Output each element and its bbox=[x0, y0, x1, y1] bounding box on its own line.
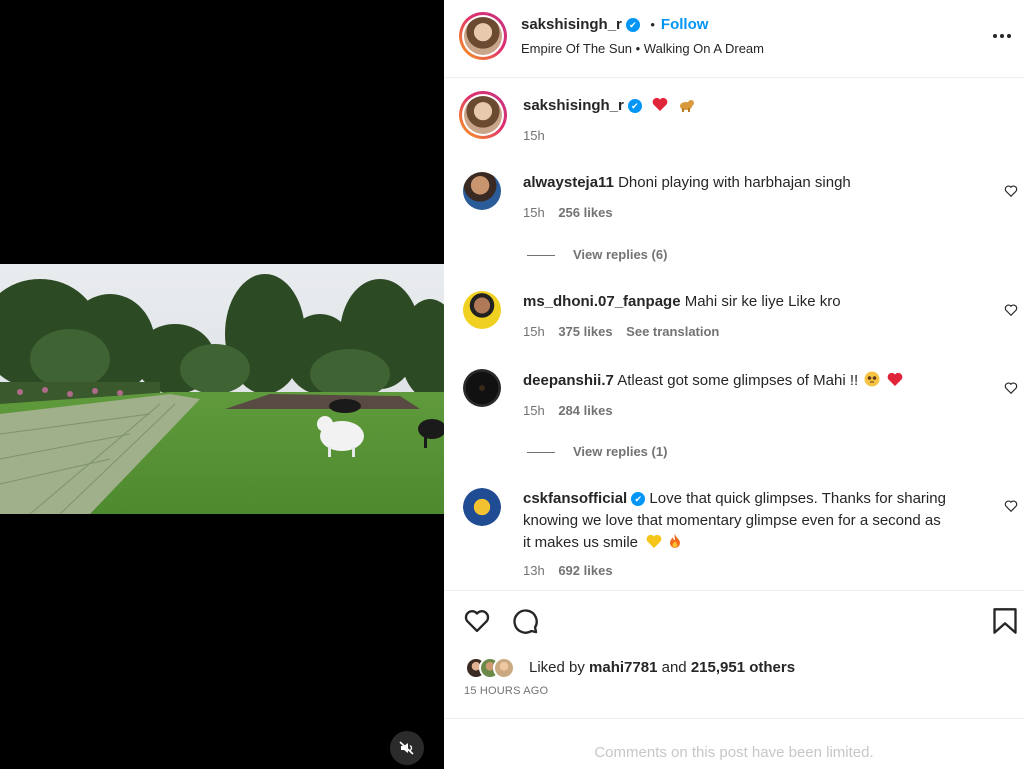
post-timestamp[interactable]: 15 HOURS AGO bbox=[464, 685, 548, 697]
liker-avatar bbox=[493, 657, 515, 679]
post-header: sakshisingh_r ✔ • Follow Empire Of The Sun… bbox=[444, 0, 1024, 78]
yellow-heart-icon bbox=[646, 534, 662, 556]
view-replies-label: View replies (1) bbox=[573, 444, 668, 459]
like-comment-heart-icon[interactable] bbox=[1004, 184, 1018, 198]
red-heart-icon bbox=[652, 97, 668, 117]
pleading-face-emoji-icon bbox=[864, 371, 880, 394]
comment-text: Mahi sir ke liye Like kro bbox=[684, 293, 841, 310]
comment-time: 15h bbox=[523, 403, 545, 418]
caption-avatar[interactable] bbox=[459, 91, 507, 139]
comments-limited-text: Comments on this post have been limited. bbox=[594, 744, 874, 761]
like-heart-icon[interactable] bbox=[463, 607, 491, 635]
video-panel[interactable] bbox=[0, 0, 444, 769]
audio-track-link[interactable]: Empire Of The Sun • Walking On A Dream bbox=[521, 41, 764, 56]
verified-badge-icon: ✔ bbox=[627, 99, 642, 113]
comment-likes[interactable]: 692 likes bbox=[558, 563, 612, 578]
post-sidebar: sakshisingh_r ✔ • Follow Empire Of The Sun… bbox=[444, 0, 1024, 769]
liked-by-others[interactable]: 215,951 others bbox=[691, 659, 795, 676]
like-comment-heart-icon[interactable] bbox=[1004, 499, 1018, 513]
comment-text: Dhoni playing with harbhajan singh bbox=[618, 174, 851, 191]
see-translation-button[interactable]: See translation bbox=[626, 324, 719, 339]
liked-by-avatars[interactable] bbox=[465, 657, 525, 681]
comment-text: knowing we love that momentary glimpse e… bbox=[523, 512, 941, 529]
comment-text: Atleast got some glimpses of Mahi !! bbox=[617, 372, 859, 389]
comment-username[interactable]: alwaysteja11 bbox=[523, 174, 614, 191]
comment-text: Love that quick glimpses. Thanks for sha… bbox=[649, 490, 946, 507]
liked-by-and: and bbox=[661, 659, 687, 676]
liked-by-prefix: Liked by bbox=[529, 659, 585, 676]
view-replies-button[interactable]: View replies (1) bbox=[527, 444, 667, 459]
verified-badge-icon: ✔ bbox=[625, 18, 640, 32]
comments-list[interactable]: sakshisingh_r ✔ 15h alwaysteja11 Dhoni pl… bbox=[444, 78, 1024, 590]
muted-speaker-icon bbox=[399, 741, 414, 755]
follow-button[interactable]: Follow bbox=[661, 16, 709, 33]
comment-likes[interactable]: 284 likes bbox=[558, 403, 612, 418]
garden-video-still bbox=[0, 264, 444, 514]
like-comment-heart-icon[interactable] bbox=[1004, 303, 1018, 317]
comment-time: 13h bbox=[523, 563, 545, 578]
author-avatar[interactable] bbox=[459, 12, 507, 60]
verified-badge-icon: ✔ bbox=[631, 492, 646, 506]
comments-limited-bar: Comments on this post have been limited. bbox=[444, 718, 1024, 769]
comment-likes[interactable]: 256 likes bbox=[558, 205, 612, 220]
video-frame[interactable] bbox=[0, 264, 444, 514]
caption-time: 15h bbox=[523, 128, 545, 143]
replies-divider-line bbox=[527, 452, 555, 454]
comment-avatar[interactable] bbox=[463, 488, 501, 526]
comment-username[interactable]: deepanshii.7 bbox=[523, 372, 614, 389]
likes-summary: Liked by mahi7781 and 215,951 others bbox=[529, 659, 795, 676]
mute-button[interactable] bbox=[390, 731, 424, 765]
view-replies-button[interactable]: View replies (6) bbox=[527, 247, 667, 262]
caption-username[interactable]: sakshisingh_r bbox=[523, 97, 624, 114]
dog-emoji-icon bbox=[677, 97, 695, 117]
comment-time: 15h bbox=[523, 205, 545, 220]
like-comment-heart-icon[interactable] bbox=[1004, 381, 1018, 395]
comment-text: it makes us smile bbox=[523, 534, 639, 551]
red-heart-icon bbox=[887, 372, 903, 394]
comment-likes[interactable]: 375 likes bbox=[558, 324, 612, 339]
fire-emoji-icon bbox=[668, 533, 682, 556]
comment-bubble-icon[interactable] bbox=[511, 607, 539, 635]
separator-dot: • bbox=[650, 17, 655, 32]
comment-avatar[interactable] bbox=[463, 172, 501, 210]
comment-avatar[interactable] bbox=[463, 291, 501, 329]
comment-avatar[interactable] bbox=[463, 369, 501, 407]
bookmark-save-icon[interactable] bbox=[992, 607, 1018, 635]
post-actions: Liked by mahi7781 and 215,951 others 15 … bbox=[444, 590, 1024, 718]
comment-username[interactable]: cskfansofficial bbox=[523, 490, 627, 507]
replies-divider-line bbox=[527, 255, 555, 257]
liked-by-user[interactable]: mahi7781 bbox=[589, 659, 657, 676]
comment-time: 15h bbox=[523, 324, 545, 339]
more-options-icon[interactable] bbox=[992, 26, 1012, 51]
author-username[interactable]: sakshisingh_r bbox=[521, 16, 622, 33]
comment-username[interactable]: ms_dhoni.07_fanpage bbox=[523, 293, 681, 310]
view-replies-label: View replies (6) bbox=[573, 247, 668, 262]
